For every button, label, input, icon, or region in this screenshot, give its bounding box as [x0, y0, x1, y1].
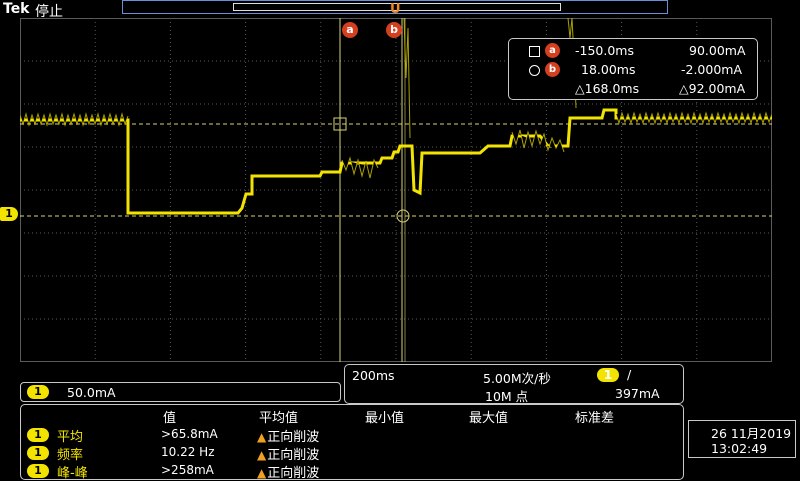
measurement-row-frequency[interactable]: 1 频率 10.22 Hz ▲正向削波: [21, 444, 683, 463]
cursor-readout-panel: a -150.0ms 90.00mA b 18.00ms -2.000mA △1…: [508, 38, 758, 100]
date-time-display: 26 11月2019 13:02:49: [688, 420, 796, 458]
measurements-panel[interactable]: 值 平均值 最小值 最大值 标准差 1 平均 >65.8mA ▲正向削波 1 频…: [20, 404, 684, 481]
warning-text: 正向削波: [267, 430, 320, 445]
channel-1-ground-marker[interactable]: 1: [0, 207, 18, 221]
circle-cursor-icon: [529, 65, 540, 76]
cursor-delta-row: △168.0ms △92.00mA: [509, 81, 757, 99]
header-mean: 平均值: [259, 411, 299, 426]
measurement-channel-badge: 1: [27, 428, 49, 442]
cursor-delta-time: △168.0ms: [575, 81, 640, 96]
warning-icon: ▲: [257, 430, 267, 444]
measurement-value: 10.22 Hz: [161, 445, 215, 459]
header-min: 最小值: [365, 411, 405, 426]
measurement-value: >65.8mA: [161, 427, 218, 441]
channel-1-scale-readout[interactable]: 1 50.0mA: [20, 382, 341, 402]
warning-text: 正向削波: [267, 448, 320, 463]
cursor-a-value: 90.00mA: [689, 43, 746, 58]
trigger-slope-icon: /: [627, 367, 632, 382]
cursor-b-time: 18.00ms: [581, 62, 636, 77]
cursor-a-badge[interactable]: a: [342, 22, 358, 38]
measurement-warning: ▲正向削波: [257, 462, 319, 481]
trigger-position-marker[interactable]: U: [390, 2, 401, 17]
measurement-channel-badge: 1: [27, 464, 49, 478]
measurement-channel-badge: 1: [27, 446, 49, 460]
trigger-channel-badge: 1: [597, 368, 619, 382]
horizontal-settings-panel[interactable]: 200ms 5.00M次/秒 10M 点 1 / 397mA: [344, 364, 684, 404]
cursor-b-row: b 18.00ms -2.000mA: [509, 62, 757, 80]
header-max: 最大值: [469, 411, 509, 426]
cursor-b-badge[interactable]: b: [386, 22, 402, 38]
cursor-delta-value: △92.00mA: [679, 81, 746, 96]
measurement-name: 峰-峰: [57, 466, 88, 481]
measurement-warning: ▲正向削波: [257, 444, 319, 463]
time: 13:02:49: [711, 441, 768, 456]
record-length: 10M 点: [485, 389, 529, 404]
cursor-a-label: a: [545, 43, 560, 58]
square-cursor-icon: [529, 46, 540, 57]
date: 26 11月2019: [711, 426, 792, 441]
channel-1-trace: [20, 108, 772, 215]
cursor-b-value: -2.000mA: [681, 62, 743, 77]
cursor-b-label: b: [545, 62, 560, 77]
measurement-warning: ▲正向削波: [257, 426, 319, 445]
warning-icon: ▲: [257, 466, 267, 480]
header-value: 值: [163, 411, 177, 426]
warning-text: 正向削波: [267, 466, 320, 481]
header-std-dev: 标准差: [575, 411, 615, 426]
measurement-name: 频率: [57, 448, 84, 463]
sample-rate: 5.00M次/秒: [483, 371, 551, 386]
channel-1-badge: 1: [27, 385, 49, 399]
measurement-row-peak-to-peak[interactable]: 1 峰-峰 >258mA ▲正向削波: [21, 462, 683, 481]
measurement-name: 平均: [57, 430, 84, 445]
top-bar: Tek 停止 U: [0, 0, 800, 20]
warning-icon: ▲: [257, 448, 267, 462]
brand-logo: Tek: [3, 1, 30, 17]
timebase: 200ms: [352, 368, 395, 383]
measurement-row-mean[interactable]: 1 平均 >65.8mA ▲正向削波: [21, 426, 683, 445]
trigger-level: 397mA: [615, 386, 660, 401]
cursor-a-time: -150.0ms: [575, 43, 634, 58]
cursor-a-row: a -150.0ms 90.00mA: [509, 43, 757, 61]
measurement-value: >258mA: [161, 463, 214, 477]
channel-1-scale: 50.0mA: [67, 385, 116, 400]
